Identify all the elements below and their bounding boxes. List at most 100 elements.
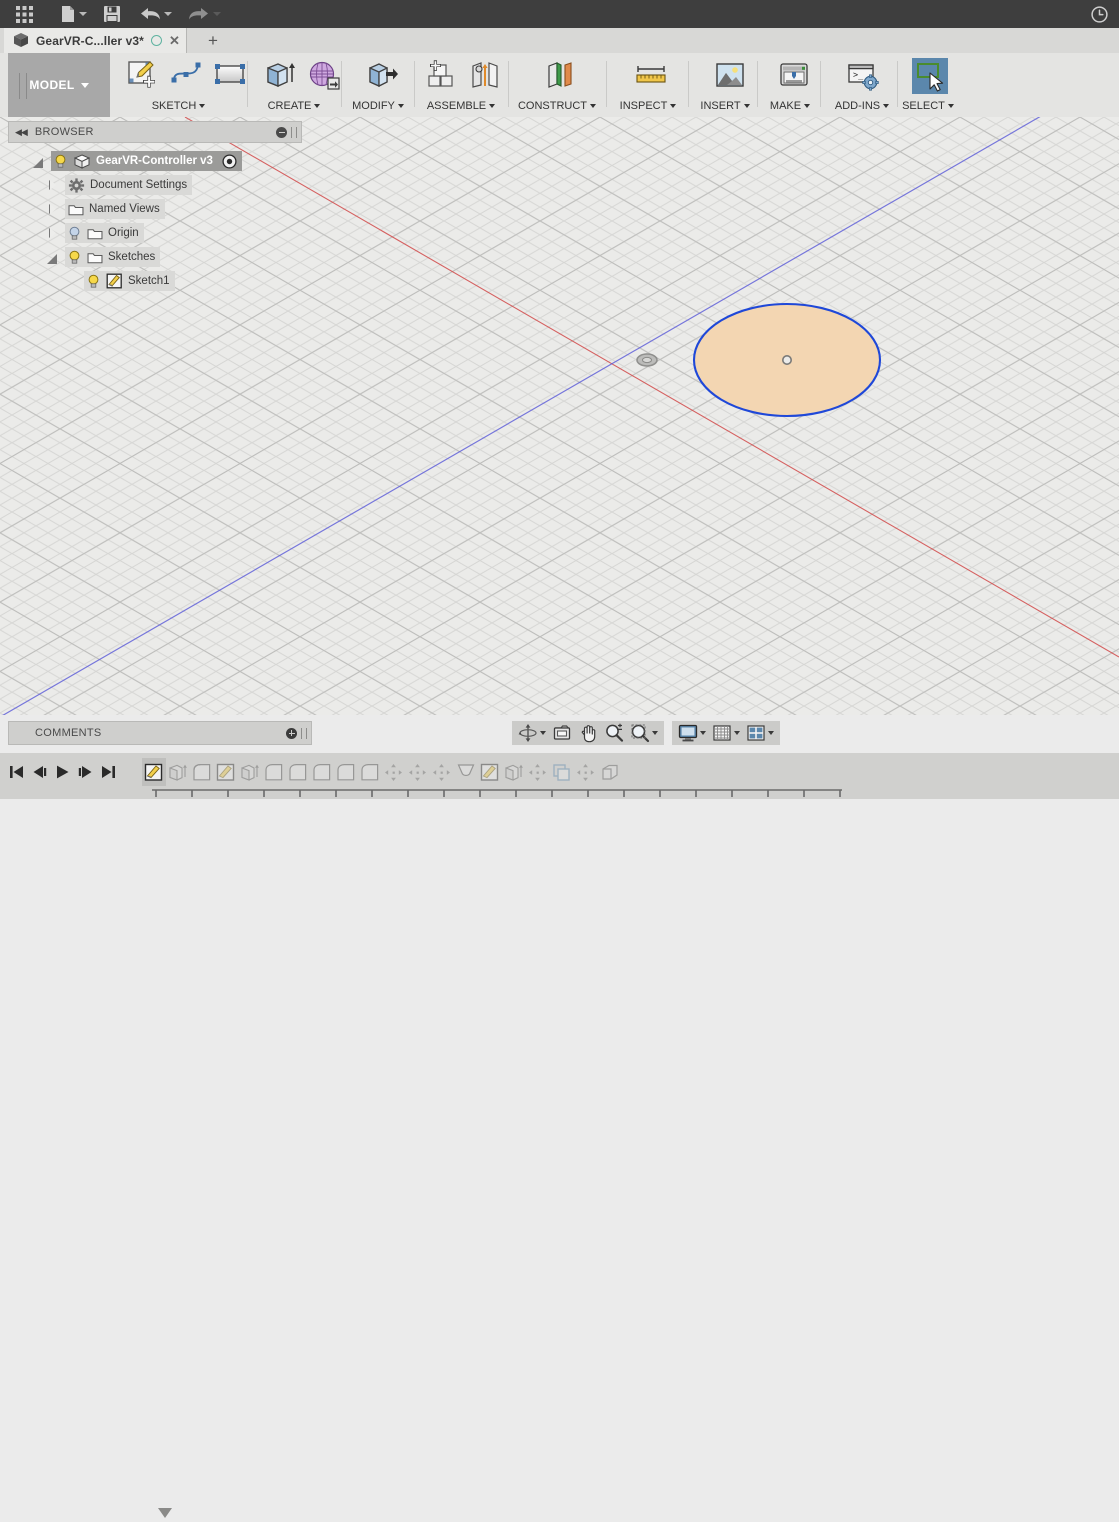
workspace-switcher-button[interactable]: MODEL [8, 53, 110, 117]
timeline-feature-sketch[interactable] [478, 758, 502, 786]
sketch-center-point[interactable] [781, 355, 792, 366]
panel-grip[interactable] [301, 727, 307, 739]
tree-item-origin[interactable]: Origin [8, 223, 302, 243]
chevron-down-icon[interactable] [652, 731, 658, 735]
redo-button[interactable] [188, 0, 221, 28]
spline-tool[interactable] [165, 57, 209, 95]
ribbon-group-label[interactable]: SELECT [898, 100, 958, 112]
plus-circle-icon[interactable] [286, 727, 297, 739]
offset-plane-tool[interactable] [538, 57, 582, 95]
ribbon-group-label[interactable]: SKETCH [116, 100, 241, 112]
job-status-button[interactable] [1090, 0, 1109, 28]
display-settings[interactable] [675, 721, 709, 745]
new-component-tool[interactable] [419, 57, 463, 95]
collapse-arrow-icon[interactable] [46, 227, 59, 240]
look-at-tool[interactable] [549, 721, 575, 745]
timeline-feature-fillet[interactable] [358, 758, 382, 786]
lightbulb-icon[interactable] [68, 250, 81, 265]
origin-point[interactable] [636, 353, 658, 367]
timeline-feature-move[interactable] [382, 758, 406, 786]
tree-item-content[interactable]: Sketch1 [84, 271, 175, 291]
ribbon-group-label[interactable]: MAKE [758, 100, 822, 112]
go-to-beginning-button[interactable] [6, 761, 26, 783]
new-tab-button[interactable]: + [200, 28, 226, 53]
play-button[interactable] [52, 761, 72, 783]
tree-item-content[interactable]: Document Settings [65, 175, 193, 195]
show-data-panel-button[interactable] [4, 0, 44, 28]
chevron-down-icon[interactable] [768, 731, 774, 735]
minus-circle-icon[interactable] [276, 126, 287, 138]
ribbon-group-label[interactable]: MODIFY [347, 100, 409, 112]
undo-button[interactable] [139, 0, 172, 28]
collapse-arrow-icon[interactable] [46, 179, 59, 192]
timeline-feature-revolve[interactable] [454, 758, 478, 786]
comments-panel[interactable]: COMMENTS [8, 721, 312, 745]
timeline-feature-fillet[interactable] [310, 758, 334, 786]
expand-arrow-icon[interactable] [32, 155, 45, 168]
timeline-feature-sketch[interactable] [214, 758, 238, 786]
measure-tool[interactable] [629, 57, 673, 95]
target-circle-icon[interactable] [222, 153, 237, 169]
viewports[interactable] [743, 721, 777, 745]
timeline-feature-extrude[interactable] [238, 758, 262, 786]
tree-item-content[interactable]: GearVR-Controller v3 [51, 151, 242, 171]
step-back-button[interactable] [29, 761, 49, 783]
press-pull-tool[interactable] [361, 57, 405, 95]
timeline-feature-move[interactable] [406, 758, 430, 786]
timeline-feature-move[interactable] [574, 758, 598, 786]
go-to-end-button[interactable] [98, 761, 118, 783]
tree-item-content[interactable]: Named Views [65, 199, 165, 219]
orbit-tool[interactable] [515, 721, 549, 745]
double-chevron-left-icon[interactable]: ◀◀ [15, 127, 28, 138]
ribbon-group-label[interactable]: ADD-INS [822, 100, 902, 112]
collapse-arrow-icon[interactable] [46, 203, 59, 216]
tree-item-named-views[interactable]: Named Views [8, 199, 302, 219]
pan-tool[interactable] [575, 721, 601, 745]
timeline-track[interactable] [152, 789, 842, 797]
timeline-feature-extrude[interactable] [502, 758, 526, 786]
chevron-down-icon[interactable] [700, 731, 706, 735]
ribbon-group-label[interactable]: CREATE [253, 100, 335, 112]
scripts-addins-tool[interactable]: >_ [841, 57, 885, 95]
timeline-feature-fillet[interactable] [334, 758, 358, 786]
form-tool[interactable] [302, 57, 346, 95]
timeline-feature-extrude[interactable] [166, 758, 190, 786]
expand-arrow-icon[interactable] [46, 251, 59, 264]
panel-grip[interactable] [291, 126, 297, 138]
file-menu-button[interactable] [60, 0, 87, 28]
sketch-profile[interactable] [692, 302, 882, 418]
lightbulb-icon[interactable] [54, 154, 67, 169]
create-sketch-tool[interactable] [121, 57, 165, 95]
lightbulb-icon[interactable] [87, 274, 100, 289]
ribbon-group-label[interactable]: CONSTRUCT [512, 100, 602, 112]
timeline-feature-fillet[interactable] [286, 758, 310, 786]
select-tool[interactable] [908, 57, 952, 95]
step-forward-button[interactable] [75, 761, 95, 783]
timeline-playhead[interactable] [158, 1508, 172, 1522]
tree-item-document-settings[interactable]: Document Settings [8, 175, 302, 195]
tree-item-root[interactable]: GearVR-Controller v3 [8, 151, 302, 171]
timeline-feature-combine[interactable] [550, 758, 574, 786]
timeline-feature-shell[interactable] [598, 758, 622, 786]
tree-item-sketches[interactable]: Sketches [8, 247, 302, 267]
timeline-feature-fillet[interactable] [190, 758, 214, 786]
timeline-feature-sketch[interactable] [142, 758, 166, 786]
ribbon-group-label[interactable]: INSPECT [610, 100, 686, 112]
zoom-tool[interactable] [601, 721, 627, 745]
ribbon-group-label[interactable]: ASSEMBLE [418, 100, 504, 112]
ribbon-group-label[interactable]: INSERT [690, 100, 760, 112]
fit-tool[interactable] [627, 721, 661, 745]
timeline-feature-fillet[interactable] [262, 758, 286, 786]
extrude-tool[interactable] [258, 57, 302, 95]
three-d-print-tool[interactable] [772, 57, 816, 95]
timeline-feature-move[interactable] [526, 758, 550, 786]
grid-snaps[interactable] [709, 721, 743, 745]
tree-item-content[interactable]: Origin [65, 223, 144, 243]
lightbulb-off-icon[interactable] [68, 226, 81, 241]
save-button[interactable] [103, 0, 121, 28]
tree-item-content[interactable]: Sketches [65, 247, 161, 267]
document-tab[interactable]: GearVR-C...ller v3* ✕ [4, 28, 187, 53]
insert-image-tool[interactable] [708, 57, 752, 95]
chevron-down-icon[interactable] [734, 731, 740, 735]
tree-item-sketch1[interactable]: Sketch1 [8, 271, 302, 291]
